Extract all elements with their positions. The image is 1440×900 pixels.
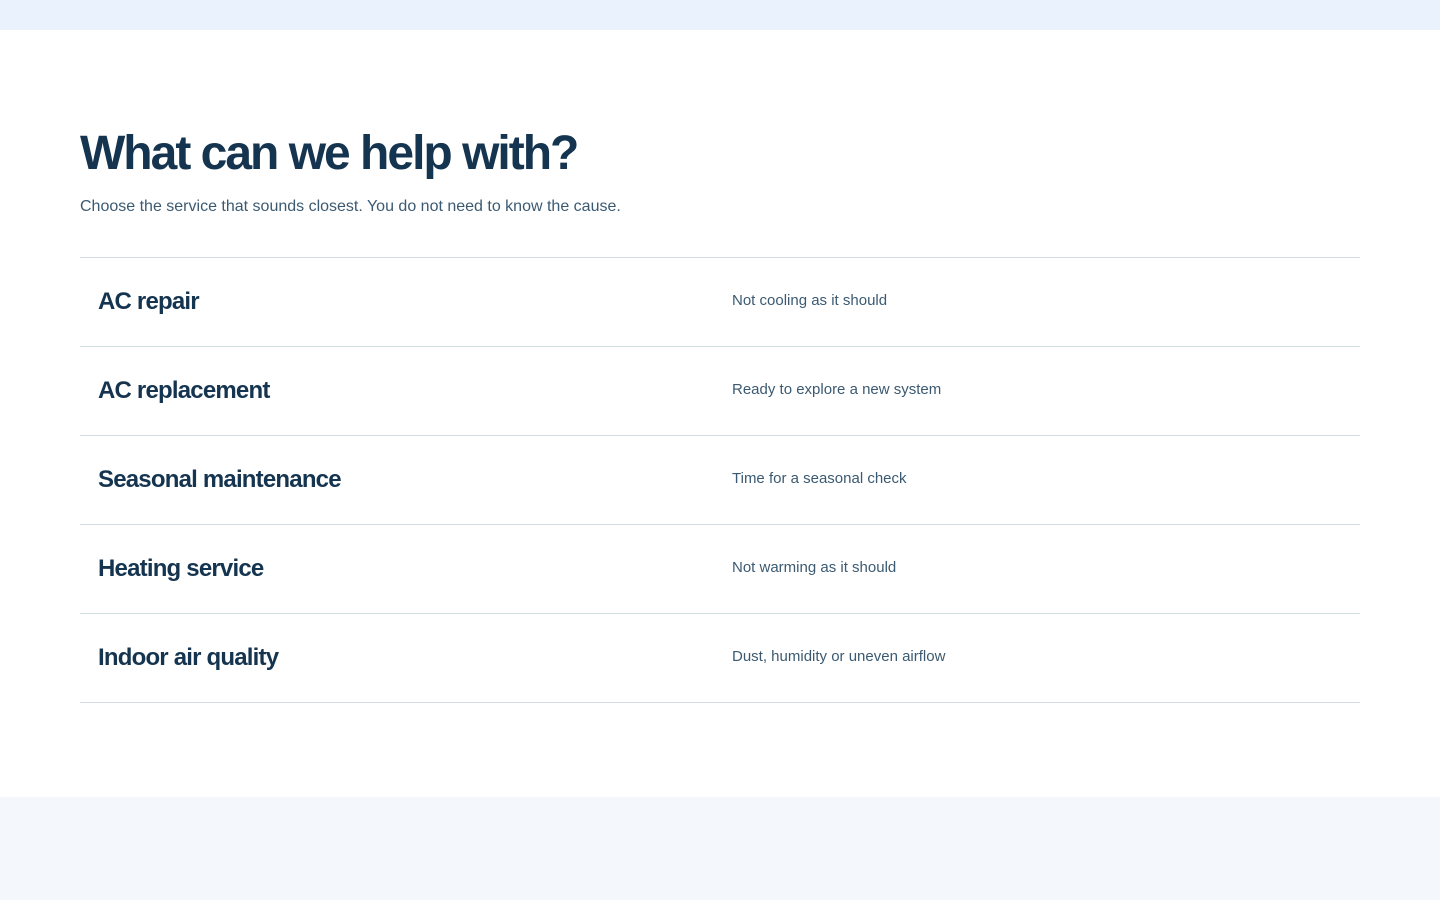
service-name: Indoor air quality: [98, 644, 279, 671]
service-name: AC replacement: [98, 377, 270, 404]
service-name: AC repair: [98, 288, 200, 315]
top-band: [0, 0, 1440, 30]
bottom-band: [0, 797, 1440, 900]
service-description: Time for a seasonal check: [732, 470, 907, 487]
page-title: What can we help with?: [80, 127, 579, 180]
service-description: Dust, humidity or uneven airflow: [732, 648, 946, 665]
service-description: Ready to explore a new system: [732, 381, 942, 398]
service-option-seasonal-maintenance[interactable]: Seasonal maintenance Time for a seasonal…: [80, 436, 1360, 525]
service-name: Heating service: [98, 555, 264, 582]
service-description: Not warming as it should: [732, 559, 897, 576]
service-option-indoor-air-quality[interactable]: Indoor air quality Dust, humidity or une…: [80, 614, 1360, 703]
service-list: AC repair Not cooling as it should AC re…: [80, 257, 1360, 703]
service-option-ac-replacement[interactable]: AC replacement Ready to explore a new sy…: [80, 347, 1360, 436]
service-option-ac-repair[interactable]: AC repair Not cooling as it should: [80, 258, 1360, 347]
page-subtitle: Choose the service that sounds closest. …: [80, 198, 621, 215]
service-name: Seasonal maintenance: [98, 466, 342, 493]
service-description: Not cooling as it should: [732, 292, 888, 309]
service-option-heating-service[interactable]: Heating service Not warming as it should: [80, 525, 1360, 614]
